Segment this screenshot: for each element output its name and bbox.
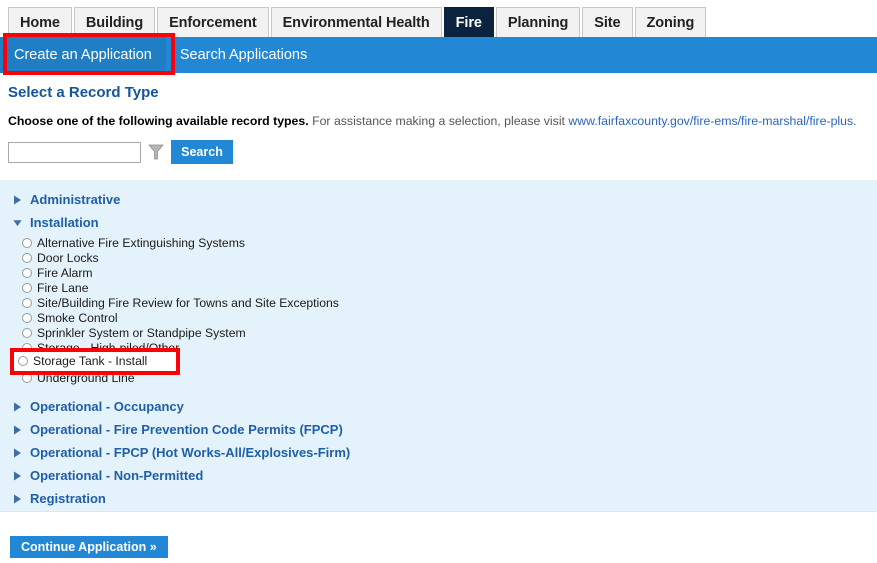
radio-button[interactable] [22, 252, 32, 263]
group-label: Registration [30, 491, 106, 506]
tab-zoning[interactable]: Zoning [634, 7, 707, 37]
instruction-text: Choose one of the following available re… [8, 114, 877, 128]
subnav-item-label: Search Applications [179, 47, 308, 63]
tab-home[interactable]: Home [8, 7, 72, 37]
chevron-right-icon [13, 402, 22, 412]
tab-enforcement[interactable]: Enforcement [157, 7, 269, 37]
group-label: Operational - Fire Prevention Code Permi… [30, 422, 343, 437]
chevron-right-icon [13, 195, 22, 205]
option-row[interactable]: Alternative Fire Extinguishing Systems [0, 235, 877, 250]
option-label: Smoke Control [37, 310, 118, 325]
option-label: Fire Lane [37, 280, 89, 295]
option-label: Fire Alarm [37, 265, 93, 280]
tab-label: Environmental Health [282, 14, 430, 31]
option-row[interactable]: Fire Lane [0, 280, 877, 295]
radio-button[interactable] [22, 342, 32, 353]
option-label: Door Locks [37, 250, 99, 265]
radio-button[interactable] [22, 372, 32, 383]
group-label: Operational - Non-Permitted [30, 468, 204, 483]
chevron-down-icon [13, 218, 22, 228]
module-tab-bar: Home Building Enforcement Environmental … [0, 0, 877, 44]
funnel-icon[interactable] [148, 143, 164, 161]
page-title: Select a Record Type [8, 84, 159, 101]
group-operational-non-permitted[interactable]: Operational - Non-Permitted [0, 464, 877, 487]
option-row[interactable]: Underground Line [0, 370, 877, 385]
record-type-accordion-panel: Administrative Installation Alternative … [0, 180, 877, 512]
option-label: Storage Tank - Install [33, 354, 148, 368]
tab-environmental-health[interactable]: Environmental Health [270, 7, 442, 37]
group-operational-fpcp-hot-works[interactable]: Operational - FPCP (Hot Works-All/Explos… [0, 441, 877, 464]
chevron-right-icon [13, 425, 22, 435]
instruction-rest: For assistance making a selection, pleas… [312, 114, 565, 128]
option-label: Site/Building Fire Review for Towns and … [37, 295, 339, 310]
radio-button[interactable] [22, 282, 32, 293]
tab-planning[interactable]: Planning [495, 7, 581, 37]
search-input[interactable] [8, 141, 141, 163]
option-label: Underground Line [37, 370, 135, 385]
tab-label: Building [85, 14, 144, 31]
group-label: Operational - Occupancy [30, 399, 184, 414]
annotated-option-storage-tank-install[interactable]: Storage Tank - Install [18, 354, 147, 368]
option-row[interactable]: Site/Building Fire Review for Towns and … [0, 295, 877, 310]
radio-button[interactable] [22, 267, 32, 278]
search-row: Search [8, 140, 877, 164]
tab-building[interactable]: Building [73, 7, 156, 37]
group-installation[interactable]: Installation [0, 211, 877, 234]
radio-button[interactable] [22, 297, 32, 308]
tab-label: Zoning [646, 14, 695, 31]
tab-label: Enforcement [169, 14, 257, 31]
tab-label: Fire [455, 14, 482, 31]
option-row[interactable]: Storage - High-piled/Other [0, 340, 877, 355]
option-row[interactable]: Fire Alarm [0, 265, 877, 280]
option-label: Sprinkler System or Standpipe System [37, 325, 246, 340]
radio-button[interactable] [22, 327, 32, 338]
group-label: Administrative [30, 192, 121, 207]
option-label: Alternative Fire Extinguishing Systems [37, 235, 245, 250]
option-row[interactable]: Smoke Control [0, 310, 877, 325]
group-operational-occupancy[interactable]: Operational - Occupancy [0, 395, 877, 418]
group-operational-fpcp[interactable]: Operational - Fire Prevention Code Permi… [0, 418, 877, 441]
tab-fire[interactable]: Fire [443, 7, 494, 44]
search-button[interactable]: Search [171, 140, 233, 164]
chevron-right-icon [13, 448, 22, 458]
tab-label: Planning [507, 14, 569, 31]
subnav-item-label: Create an Application [14, 47, 152, 63]
tab-label: Site [594, 14, 621, 31]
subnav-item-search-applications[interactable]: Search Applications [166, 37, 321, 73]
option-row[interactable]: Door Locks [0, 250, 877, 265]
option-label: Storage - High-piled/Other [37, 340, 180, 355]
radio-button[interactable] [22, 237, 32, 248]
continue-application-button[interactable]: Continue Application » [10, 536, 168, 558]
tab-label: Home [20, 14, 60, 31]
fire-plus-link[interactable]: www.fairfaxcounty.gov/fire-ems/fire-mars… [568, 114, 856, 128]
radio-button[interactable] [18, 356, 28, 366]
group-registration[interactable]: Registration [0, 487, 877, 510]
chevron-right-icon [13, 494, 22, 504]
option-row[interactable]: Sprinkler System or Standpipe System [0, 325, 877, 340]
group-label: Installation [30, 215, 99, 230]
record-type-selection-page: Home Building Enforcement Environmental … [0, 0, 877, 563]
chevron-right-icon [13, 471, 22, 481]
group-administrative[interactable]: Administrative [0, 188, 877, 211]
tab-site[interactable]: Site [582, 7, 633, 37]
main-content: Select a Record Type Choose one of the f… [0, 73, 877, 164]
sub-navigation-bar: Create an Application Search Application… [0, 37, 877, 73]
instruction-bold: Choose one of the following available re… [8, 114, 309, 128]
radio-button[interactable] [22, 312, 32, 323]
group-label: Operational - FPCP (Hot Works-All/Explos… [30, 445, 351, 460]
subnav-item-create-an-application[interactable]: Create an Application [0, 37, 166, 73]
